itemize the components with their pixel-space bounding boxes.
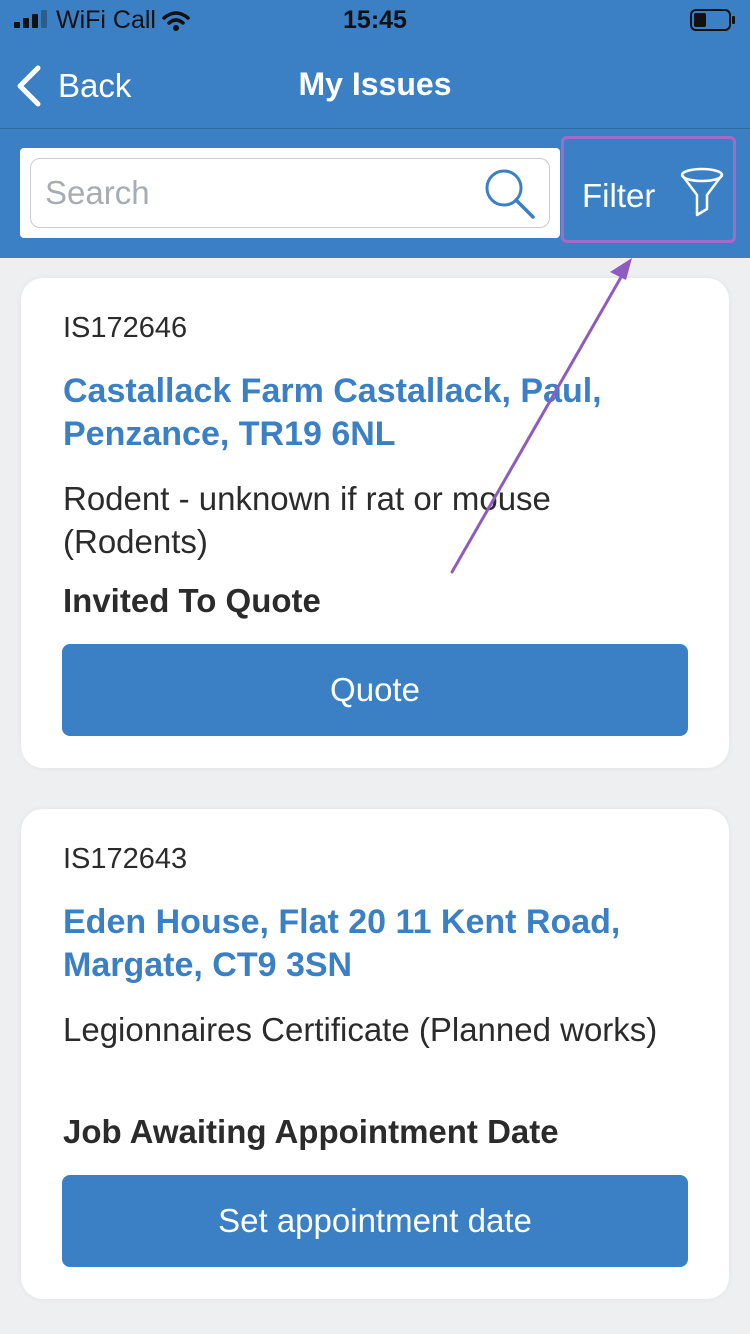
status-time: 15:45 <box>343 6 407 34</box>
header-bar: WiFi Call 15:45 Back My Issues Fil <box>0 0 750 258</box>
issue-description: Rodent - unknown if rat or mouse (Rodent… <box>63 480 551 560</box>
issue-card: IS172646 Castallack Farm Castallack, Pau… <box>21 278 729 768</box>
issue-description: Legionnaires Certificate (Planned works) <box>63 1011 658 1048</box>
issue-id: IS172646 <box>63 312 188 344</box>
quote-button[interactable]: Quote <box>62 644 688 736</box>
issue-status: Invited To Quote <box>63 582 321 619</box>
set-appointment-date-button[interactable]: Set appointment date <box>62 1175 688 1267</box>
search-container <box>20 148 560 238</box>
back-button[interactable]: Back <box>14 62 131 110</box>
issue-card: IS172643 Eden House, Flat 20 11 Kent Roa… <box>21 809 729 1299</box>
back-chevron-icon <box>17 65 41 107</box>
back-label: Back <box>58 67 132 104</box>
search-input[interactable] <box>30 158 550 228</box>
status-bar: WiFi Call 15:45 <box>0 0 750 42</box>
filter-label: Filter <box>582 177 656 214</box>
issue-address-link[interactable]: Castallack Farm Castallack, Paul, Penzan… <box>63 370 703 456</box>
filter-button[interactable]: Filter <box>561 136 736 243</box>
battery-icon <box>690 9 735 31</box>
issue-address-link[interactable]: Eden House, Flat 20 11 Kent Road, Margat… <box>63 901 703 987</box>
nav-bar: Back My Issues <box>0 42 750 128</box>
nav-divider <box>0 128 750 129</box>
issue-status: Job Awaiting Appointment Date <box>63 1113 559 1150</box>
issue-id: IS172643 <box>63 843 188 875</box>
filter-icon <box>680 167 724 217</box>
